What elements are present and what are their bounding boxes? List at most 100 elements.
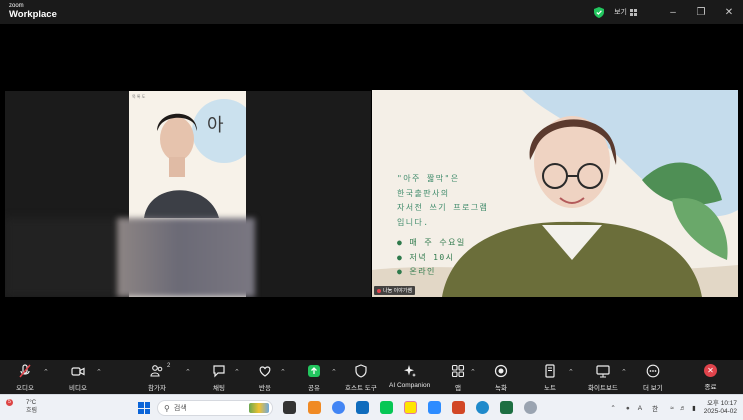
camera-icon [71, 367, 85, 376]
participants-button[interactable]: 참가자 [148, 364, 166, 392]
slide-line: "아주 짧막"은 [397, 174, 460, 183]
end-meeting-button[interactable]: ✕ 종료 [704, 364, 717, 391]
view-grid-icon[interactable] [630, 8, 637, 16]
slide-bullet: ● 온라인 [397, 267, 436, 276]
task-view-icon[interactable] [283, 401, 296, 414]
participants-label: 참가자 [148, 385, 166, 392]
host-tools-button[interactable]: 호스트 도구 [345, 364, 377, 392]
volume-icon[interactable]: ♬ [680, 405, 687, 412]
participants-count: 2 [167, 363, 171, 369]
slide-line: 자서전 쓰기 프로그램 [397, 203, 489, 212]
brand-name: Workplace [9, 9, 57, 20]
weather-desc: 흐림 [26, 408, 38, 414]
security-shield-icon[interactable] [594, 6, 605, 18]
blurred-region-left [5, 218, 121, 297]
ime-han[interactable]: 한 [652, 403, 658, 413]
minimize-button[interactable]: – [659, 0, 687, 24]
chat-chevron-icon[interactable]: ⌃ [234, 368, 240, 376]
ai-companion-label: AI Companion [389, 382, 431, 389]
view-button[interactable]: 보기 [614, 7, 627, 17]
whiteboard-label: 화이트보드 [588, 385, 618, 392]
taskbar-search-input[interactable]: ⚲ 검색 [157, 400, 273, 416]
weather-badge: 5 [6, 399, 13, 406]
edge-icon[interactable] [476, 401, 489, 414]
share-button[interactable]: 공유 [307, 364, 321, 392]
share-chevron-icon[interactable]: ⌃ [331, 368, 337, 376]
zoom-window: zoom Workplace 보기 – ❐ ✕ 목 록 도 아 "아주 짧막"은… [0, 0, 743, 420]
zoom-logo: zoom Workplace [9, 3, 57, 20]
participant-video-active[interactable]: "아주 짧막"은 한국출판사의 자서전 쓰기 프로그램 입니다. ● 매 주 수… [372, 90, 738, 297]
apps-label: 앱 [455, 385, 461, 392]
store-icon[interactable] [356, 401, 369, 414]
apps-chevron-icon[interactable]: ⌃ [470, 368, 476, 376]
react-button[interactable]: 반응 [258, 364, 272, 392]
video-label: 비디오 [69, 385, 87, 392]
wifi-icon[interactable]: ≈ [670, 405, 674, 412]
react-chevron-icon[interactable]: ⌃ [280, 368, 286, 376]
windows-start-icon[interactable] [138, 402, 150, 414]
svg-text:아: 아 [207, 115, 224, 136]
participant-video-left[interactable]: 목 록 도 아 [5, 91, 371, 297]
notes-label: 노트 [544, 385, 556, 392]
chrome-icon[interactable] [332, 401, 345, 414]
ime-a[interactable]: A [638, 405, 642, 412]
notes-chevron-icon[interactable]: ⌃ [568, 368, 574, 376]
close-window-button[interactable]: ✕ [715, 0, 743, 24]
title-bar: zoom Workplace 보기 – ❐ ✕ [0, 0, 743, 24]
record-button[interactable]: 녹화 [494, 364, 508, 392]
whiteboard-button[interactable]: 화이트보드 [588, 364, 618, 392]
zoom-app-icon[interactable] [428, 401, 441, 414]
slide-line: 입니다. [397, 217, 430, 227]
more-dots-icon [646, 364, 660, 378]
clock-date: 2025-04-02 [703, 408, 737, 415]
clock-time: 오후 10:17 [706, 400, 737, 407]
audio-label: 오디오 [16, 385, 34, 392]
restore-button[interactable]: ❐ [687, 0, 715, 24]
settings-icon[interactable] [524, 401, 537, 414]
apps-button[interactable]: 앱 [451, 364, 465, 392]
people-icon [150, 365, 163, 377]
powerpoint-icon[interactable] [452, 401, 465, 414]
slide-left-header: 목 록 도 [132, 94, 146, 99]
video-button[interactable]: 비디오 [69, 364, 87, 392]
participants-chevron-icon[interactable]: ⌃ [185, 368, 191, 376]
audio-options-chevron-icon[interactable]: ⌃ [43, 368, 49, 376]
kakaotalk-icon[interactable] [404, 401, 417, 414]
host-tools-label: 호스트 도구 [345, 385, 377, 392]
mic-muted-icon [19, 364, 31, 378]
ai-companion-button[interactable]: AI Companion [389, 364, 430, 389]
battery-icon[interactable]: ▮ [692, 404, 696, 412]
heart-icon [259, 366, 271, 377]
chat-button[interactable]: 채팅 [212, 364, 226, 392]
shield-icon [355, 364, 367, 378]
whiteboard-icon [596, 365, 610, 378]
more-button[interactable]: 더 보기 [643, 364, 663, 392]
search-placeholder: 검색 [173, 405, 187, 412]
video-options-chevron-icon[interactable]: ⌃ [96, 368, 102, 376]
excel-icon[interactable] [500, 401, 513, 414]
meeting-toolbar: 오디오 ⌃ 비디오 ⌃ 참가자 2 ⌃ 채팅 ⌃ 반응 ⌃ 공유 ⌃ 호스트 도… [0, 360, 743, 394]
share-label: 공유 [308, 385, 320, 392]
weather-widget[interactable]: 5 7°C 흐림 [6, 399, 38, 415]
share-screen-icon [308, 365, 320, 377]
more-label: 더 보기 [643, 385, 663, 392]
video-stage: 목 록 도 아 "아주 짧막"은 한국출판사의 자서전 쓰기 프로그램 입니다.… [0, 24, 743, 360]
clock[interactable]: 오후 10:17 2025-04-02 [704, 400, 737, 416]
chat-label: 채팅 [213, 385, 225, 392]
close-icon: ✕ [704, 364, 717, 377]
snipping-tool-icon[interactable] [308, 401, 321, 414]
slide-bullet: ● 매 주 수요일 [397, 238, 466, 247]
record-label: 녹화 [495, 385, 507, 392]
notes-button[interactable]: 노트 [543, 364, 557, 392]
line-icon[interactable] [380, 401, 393, 414]
windows-taskbar: 5 7°C 흐림 ⚲ 검색 ⌃ ● A 한 ≈ ♬ ▮ 오후 10:17 202… [0, 394, 743, 420]
mic-tray-icon[interactable]: ● [626, 405, 630, 412]
whiteboard-chevron-icon[interactable]: ⌃ [621, 368, 627, 376]
sparkle-icon [403, 365, 416, 377]
chat-icon [213, 365, 225, 378]
tray-chevron-icon[interactable]: ⌃ [610, 404, 615, 412]
audio-button[interactable]: 오디오 [16, 364, 34, 392]
record-icon [494, 364, 508, 378]
end-label: 종료 [704, 384, 717, 391]
blurred-region [117, 218, 255, 297]
